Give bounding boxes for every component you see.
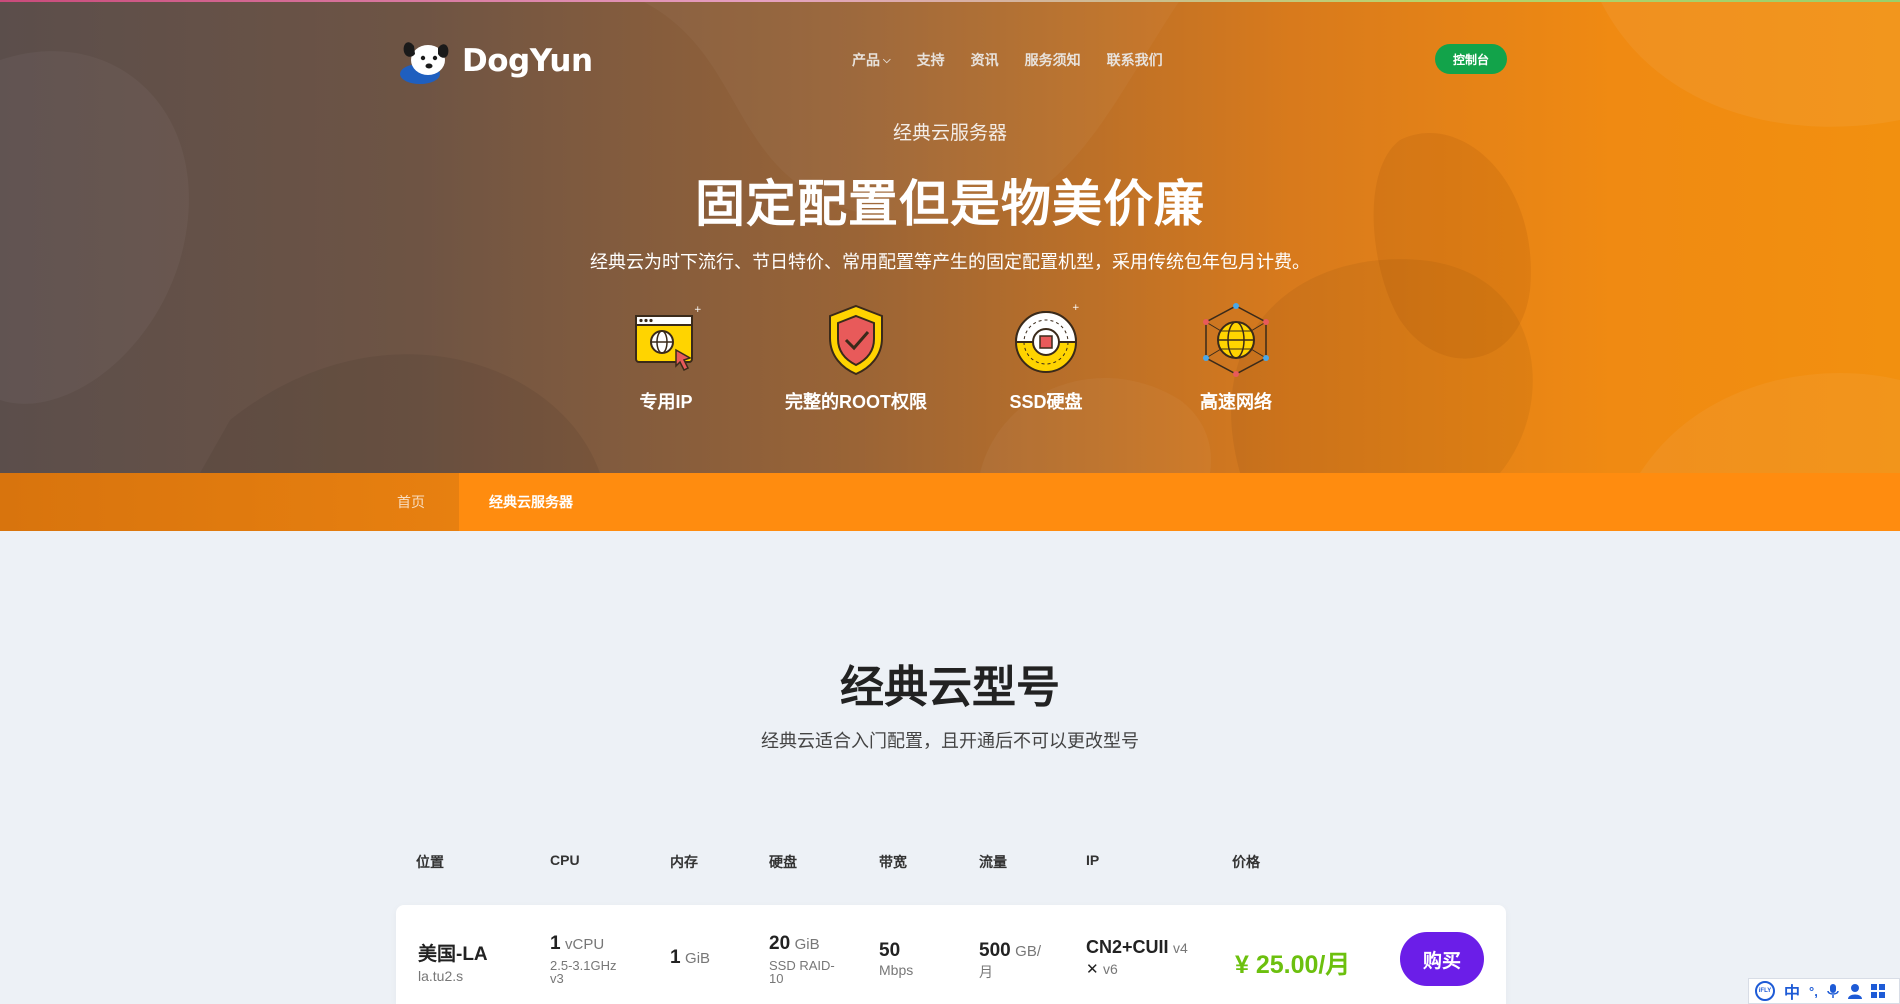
cpu-generation: v3: [550, 971, 564, 986]
price-value: ¥ 25.00/月: [1235, 951, 1351, 979]
plan-memory: 1 GiB: [670, 947, 710, 969]
disk-type-level: 10: [769, 971, 784, 986]
nav-item-news[interactable]: 资讯: [971, 50, 999, 70]
column-header-cpu: CPU: [550, 852, 580, 868]
hero-kicker: 经典云服务器: [892, 123, 1007, 144]
location-code: la.tu2.s: [418, 968, 464, 984]
feature-label: 完整的ROOT权限: [785, 392, 927, 412]
logo[interactable]: DogYun: [398, 36, 593, 86]
feature-ssd: + SSD硬盘: [951, 300, 1141, 414]
disk-unit: GiB: [794, 936, 820, 953]
punctuation-icon[interactable]: °,: [1809, 984, 1818, 999]
globe-network-icon: [1203, 303, 1269, 377]
nav-item-service-notice[interactable]: 服务须知: [1025, 50, 1081, 70]
breadcrumb-home-link[interactable]: 首页: [397, 473, 425, 531]
svg-text:+: +: [1072, 303, 1080, 313]
cpu-unit: vCPU: [565, 936, 605, 953]
feature-label: SSD硬盘: [1009, 392, 1083, 412]
column-header-ip: IP: [1086, 852, 1100, 868]
buy-button[interactable]: 购买: [1400, 932, 1484, 986]
nav-item-products[interactable]: 产品 ⌵: [852, 50, 891, 70]
hero-headline: 固定配置但是物美价廉: [695, 176, 1205, 232]
column-header-disk: 硬盘: [769, 854, 797, 870]
ip-v6-label: v6: [1103, 961, 1118, 977]
column-header-traffic: 流量: [979, 854, 1007, 870]
feature-network: 高速网络: [1141, 300, 1331, 414]
memory-unit: GiB: [685, 950, 711, 967]
breadcrumb-current: 经典云服务器: [459, 473, 1900, 531]
close-icon: ✕: [1086, 961, 1099, 978]
nav-item-label: 联系我们: [1106, 52, 1163, 68]
svg-text:+: +: [694, 305, 702, 315]
plan-row: 美国-LA la.tu2.s 1 vCPU 2.5-3.1GHz v3 1 Gi…: [396, 905, 1506, 1004]
nav-item-label: 资讯: [970, 52, 999, 68]
disk-chip-icon: +: [1014, 303, 1080, 373]
plan-disk: 20 GiB SSD RAID- 10: [769, 933, 835, 985]
column-header-memory: 内存: [670, 854, 698, 870]
section-title: 经典云型号: [840, 663, 1060, 712]
traffic-unit: GB/: [1015, 943, 1041, 960]
nav-item-contact[interactable]: 联系我们: [1107, 50, 1163, 70]
ip-v4-label: v4: [1172, 940, 1188, 956]
ip-line-name: CN2+CUII: [1086, 937, 1169, 957]
disk-value: 20: [769, 933, 791, 954]
memory-value: 1: [670, 947, 681, 968]
chinese-mode-icon[interactable]: 中: [1784, 979, 1800, 1003]
feature-label: 高速网络: [1200, 392, 1272, 412]
plan-price: ¥ 25.00/月: [1235, 945, 1350, 981]
brand-name: DogYun: [462, 43, 593, 79]
nav-item-label: 产品: [852, 52, 880, 68]
browser-globe-cursor-icon: +: [635, 305, 702, 372]
console-button[interactable]: 控制台: [1435, 44, 1507, 74]
traffic-period: 月: [979, 964, 993, 980]
hero-section: DogYun 产品 ⌵ 支持 资讯 服务须知 联系我们 控制台 经典云服务器 固…: [0, 0, 1900, 473]
plan-cpu: 1 vCPU 2.5-3.1GHz v3: [550, 933, 616, 985]
column-header-bandwidth: 带宽: [879, 854, 907, 870]
top-accent-line: [0, 0, 1900, 2]
column-header-location: 位置: [416, 854, 444, 870]
breadcrumb: 首页 经典云服务器: [0, 473, 1900, 531]
cpu-count: 1: [550, 933, 561, 954]
plan-location: 美国-LA la.tu2.s: [418, 939, 488, 984]
nav-item-support[interactable]: 支持: [917, 50, 945, 70]
hero-description: 经典云为时下流行、节日特价、常用配置等产生的固定配置机型，采用传统包年包月计费。: [590, 252, 1310, 272]
plan-bandwidth: 50 Mbps: [879, 940, 913, 978]
nav-item-label: 服务须知: [1024, 52, 1081, 68]
ime-toolbar: iFLY 中 °,: [1748, 978, 1900, 1004]
chevron-down-icon: ⌵: [883, 54, 891, 66]
nav-item-label: 支持: [916, 52, 945, 68]
plan-traffic: 500 GB/ 月: [979, 940, 1041, 982]
feature-dedicated-ip: + 专用IP: [571, 300, 761, 414]
column-header-price: 价格: [1232, 854, 1260, 870]
shield-check-icon: [829, 304, 883, 376]
user-icon[interactable]: [1847, 983, 1862, 999]
dog-logo-icon: [400, 42, 449, 84]
location-name: 美国-LA: [418, 944, 488, 965]
ifly-logo-icon[interactable]: iFLY: [1755, 981, 1775, 1001]
bandwidth-value: 50: [879, 940, 901, 961]
feature-root-access: 完整的ROOT权限: [761, 300, 951, 414]
bandwidth-unit: Mbps: [879, 962, 914, 978]
section-subtitle: 经典云适合入门配置，且开通后不可以更改型号: [761, 731, 1139, 751]
plan-ip: CN2+CUII v4 ✕ v6: [1086, 937, 1188, 979]
microphone-icon[interactable]: [1827, 983, 1839, 999]
breadcrumb-current-label: 经典云服务器: [489, 494, 573, 510]
main-nav: 产品 ⌵ 支持 资讯 服务须知 联系我们: [852, 50, 1163, 70]
grid-menu-icon[interactable]: [1870, 984, 1885, 998]
feature-label: 专用IP: [639, 392, 693, 412]
traffic-value: 500: [979, 940, 1011, 961]
